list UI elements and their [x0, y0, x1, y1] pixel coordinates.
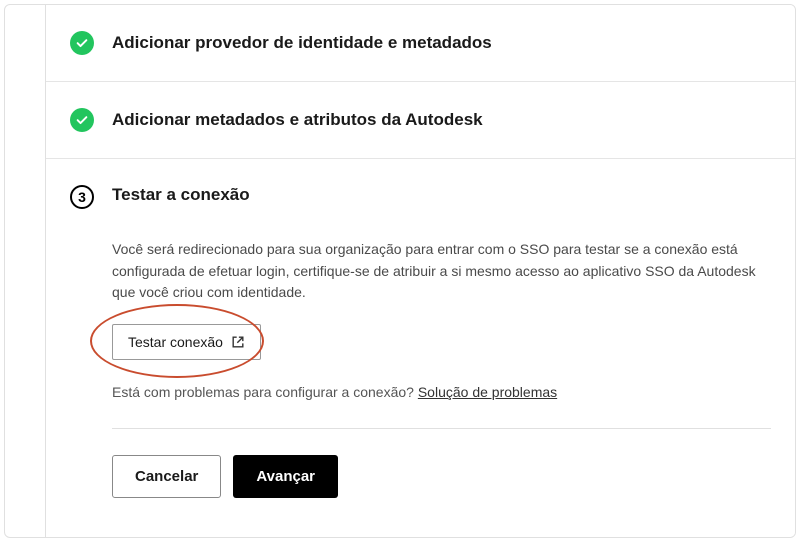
- check-icon: [70, 108, 94, 132]
- wizard-panel: Adicionar provedor de identidade e metad…: [45, 5, 795, 537]
- cancel-button[interactable]: Cancelar: [112, 455, 221, 498]
- step-1-row: Adicionar provedor de identidade e metad…: [46, 5, 795, 82]
- step-3-header: 3 Testar a conexão: [46, 159, 795, 213]
- step-3-title: Testar a conexão: [112, 185, 250, 205]
- dialog-frame: Adicionar provedor de identidade e metad…: [4, 4, 796, 538]
- test-button-label: Testar conexão: [128, 334, 223, 350]
- step-3-content: Você será redirecionado para sua organiz…: [46, 213, 795, 522]
- troubleshoot-link[interactable]: Solução de problemas: [418, 384, 557, 400]
- check-icon: [70, 31, 94, 55]
- next-button[interactable]: Avançar: [233, 455, 338, 498]
- section-divider: [112, 428, 771, 429]
- trouble-prefix: Está com problemas para configurar a con…: [112, 384, 418, 400]
- step-number-icon: 3: [70, 185, 94, 209]
- troubleshoot-text: Está com problemas para configurar a con…: [112, 384, 771, 400]
- test-connection-button[interactable]: Testar conexão: [112, 324, 261, 360]
- step-2-row: Adicionar metadados e atributos da Autod…: [46, 82, 795, 159]
- footer-buttons: Cancelar Avançar: [112, 455, 771, 498]
- test-button-wrapper: Testar conexão: [112, 324, 261, 360]
- step-3-description: Você será redirecionado para sua organiz…: [112, 239, 771, 304]
- step-2-title: Adicionar metadados e atributos da Autod…: [112, 110, 483, 130]
- external-link-icon: [231, 335, 245, 349]
- step-1-title: Adicionar provedor de identidade e metad…: [112, 33, 492, 53]
